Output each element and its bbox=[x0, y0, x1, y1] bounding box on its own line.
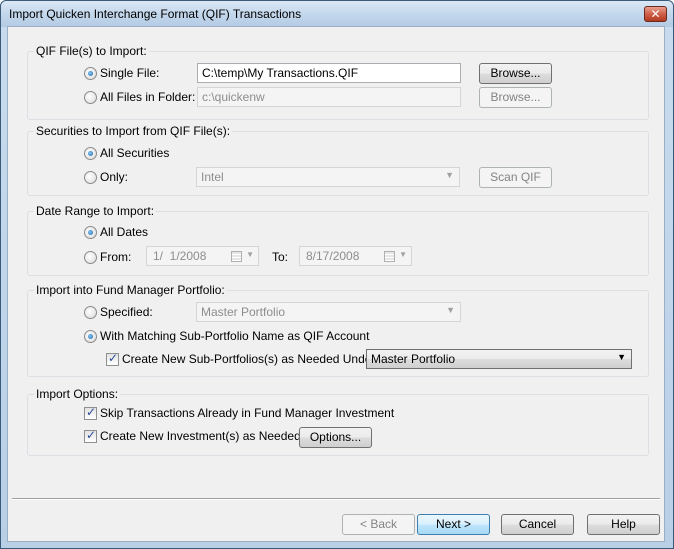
to-date-picker[interactable]: 8/17/2008 ▼ bbox=[299, 246, 412, 266]
qif-files-group-label: QIF File(s) to Import: bbox=[34, 44, 149, 58]
from-date-value: 1/ 1/2008 bbox=[153, 249, 207, 263]
close-button[interactable]: ✕ bbox=[644, 6, 667, 22]
matching-portfolio-label: With Matching Sub-Portfolio Name as QIF … bbox=[100, 329, 370, 343]
footer-separator bbox=[12, 498, 660, 500]
parent-portfolio-select[interactable]: Master Portfolio ▼ bbox=[366, 349, 632, 369]
all-securities-label: All Securities bbox=[100, 146, 170, 160]
chevron-down-icon: ▼ bbox=[445, 170, 454, 180]
title-bar: Import Quicken Interchange Format (QIF) … bbox=[1, 1, 673, 27]
folder-browse-button[interactable]: Browse... bbox=[479, 87, 552, 108]
single-file-label: Single File: bbox=[100, 66, 160, 80]
chevron-down-icon: ▼ bbox=[399, 250, 407, 259]
qif-files-group: QIF File(s) to Import: bbox=[27, 44, 649, 120]
all-securities-radio[interactable] bbox=[84, 147, 97, 160]
calendar-icon bbox=[231, 251, 242, 262]
chevron-down-icon: ▼ bbox=[446, 305, 455, 315]
specified-portfolio-select[interactable]: Master Portfolio ▼ bbox=[196, 302, 461, 322]
specified-portfolio-label: Specified: bbox=[100, 305, 153, 319]
security-select-value: Intel bbox=[201, 170, 224, 184]
all-files-radio[interactable] bbox=[84, 91, 97, 104]
options-button[interactable]: Options... bbox=[299, 427, 372, 448]
cancel-button[interactable]: Cancel bbox=[501, 514, 574, 535]
scan-qif-button[interactable]: Scan QIF bbox=[479, 167, 552, 188]
next-button[interactable]: Next > bbox=[417, 514, 490, 535]
only-securities-radio[interactable] bbox=[84, 171, 97, 184]
from-date-radio[interactable] bbox=[84, 251, 97, 264]
close-icon: ✕ bbox=[650, 7, 661, 21]
from-date-label: From: bbox=[100, 250, 132, 264]
import-options-group-label: Import Options: bbox=[34, 387, 121, 401]
specified-portfolio-value: Master Portfolio bbox=[201, 305, 286, 319]
create-investments-checkbox[interactable] bbox=[84, 428, 97, 443]
single-file-browse-button[interactable]: Browse... bbox=[479, 63, 552, 84]
help-button[interactable]: Help bbox=[587, 514, 660, 535]
single-file-radio[interactable] bbox=[84, 67, 97, 80]
single-file-input[interactable]: C:\temp\My Transactions.QIF bbox=[197, 63, 461, 83]
create-sub-portfolios-label: Create New Sub-Portfolios(s) as Needed U… bbox=[122, 352, 379, 366]
securities-group-label: Securities to Import from QIF File(s): bbox=[34, 124, 233, 138]
skip-transactions-checkbox[interactable] bbox=[84, 405, 97, 420]
create-investments-label: Create New Investment(s) as Needed bbox=[100, 429, 301, 443]
all-dates-radio[interactable] bbox=[84, 226, 97, 239]
date-range-group: Date Range to Import: bbox=[27, 204, 649, 276]
skip-transactions-label: Skip Transactions Already in Fund Manage… bbox=[100, 406, 395, 420]
matching-portfolio-radio[interactable] bbox=[84, 330, 97, 343]
folder-input[interactable]: c:\quickenw bbox=[197, 87, 461, 107]
portfolio-group-label: Import into Fund Manager Portfolio: bbox=[34, 283, 227, 297]
only-securities-label: Only: bbox=[100, 170, 129, 184]
chevron-down-icon: ▼ bbox=[617, 352, 626, 362]
window-title: Import Quicken Interchange Format (QIF) … bbox=[9, 7, 302, 21]
parent-portfolio-value: Master Portfolio bbox=[371, 352, 456, 366]
specified-portfolio-radio[interactable] bbox=[84, 306, 97, 319]
to-date-label: To: bbox=[272, 250, 289, 264]
to-date-value: 8/17/2008 bbox=[306, 249, 360, 263]
all-files-label: All Files in Folder: bbox=[100, 90, 196, 104]
chevron-down-icon: ▼ bbox=[246, 250, 254, 259]
calendar-icon bbox=[384, 251, 395, 262]
all-dates-label: All Dates bbox=[100, 225, 149, 239]
from-date-picker[interactable]: 1/ 1/2008 ▼ bbox=[146, 246, 259, 266]
create-sub-portfolios-checkbox[interactable] bbox=[106, 351, 119, 366]
date-range-group-label: Date Range to Import: bbox=[34, 204, 157, 218]
back-button[interactable]: < Back bbox=[342, 514, 415, 535]
security-select[interactable]: Intel ▼ bbox=[196, 167, 460, 187]
